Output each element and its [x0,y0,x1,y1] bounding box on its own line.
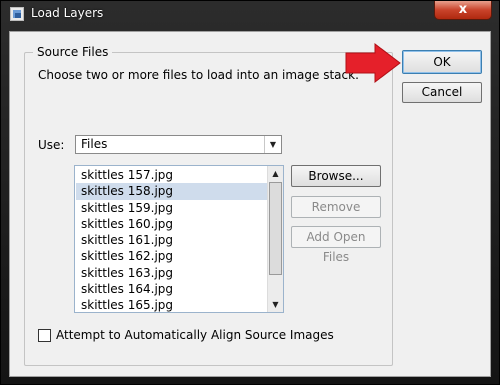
title-bar[interactable]: Load Layers x [1,1,499,27]
source-files-legend: Source Files [33,45,113,59]
file-list-item[interactable]: skittles 163.jpg [76,265,267,281]
use-label: Use: [38,138,65,152]
file-list-item[interactable]: skittles 157.jpg [76,167,267,183]
chevron-down-icon[interactable]: ▼ [264,136,281,153]
file-list-item[interactable]: skittles 162.jpg [76,248,267,264]
align-checkbox[interactable] [38,329,51,342]
use-dropdown[interactable]: Files ▼ [75,135,282,154]
browse-button[interactable]: Browse... [291,165,381,187]
scroll-down-arrow-icon[interactable]: ▼ [268,297,283,312]
close-button[interactable]: x [434,1,492,20]
file-list-item[interactable]: skittles 165.jpg [76,297,267,312]
add-open-files-button[interactable]: Add Open Files [291,226,381,264]
description-text: Choose two or more files to load into an… [38,68,359,82]
file-list-scrollbar[interactable]: ▲ ▼ [267,166,283,312]
window-title: Load Layers [31,6,104,20]
file-list[interactable]: skittles 157.jpg skittles 158.jpg skittles… [74,165,284,313]
file-list-items: skittles 157.jpg skittles 158.jpg skittles… [76,167,267,312]
file-list-item[interactable]: skittles 160.jpg [76,216,267,232]
align-checkbox-label[interactable]: Attempt to Automatically Align Source Im… [56,328,334,342]
dialog-client-area: Source Files Choose two or more files to… [9,31,491,377]
use-dropdown-value: Files [81,137,108,151]
layers-app-icon [10,7,24,21]
file-list-item[interactable]: skittles 158.jpg [76,183,267,200]
file-list-item[interactable]: skittles 159.jpg [76,200,267,216]
load-layers-dialog: Load Layers x Source Files Choose two or… [0,0,500,385]
scroll-up-arrow-icon[interactable]: ▲ [268,166,283,181]
remove-button[interactable]: Remove [291,196,381,218]
red-arrow-icon [345,43,401,83]
cancel-button[interactable]: Cancel [402,82,482,103]
source-files-group: Source Files Choose two or more files to… [24,45,393,366]
file-list-item[interactable]: skittles 161.jpg [76,232,267,248]
ok-button[interactable]: OK [402,50,482,74]
file-list-item[interactable]: skittles 164.jpg [76,281,267,297]
scroll-thumb[interactable] [269,182,282,275]
